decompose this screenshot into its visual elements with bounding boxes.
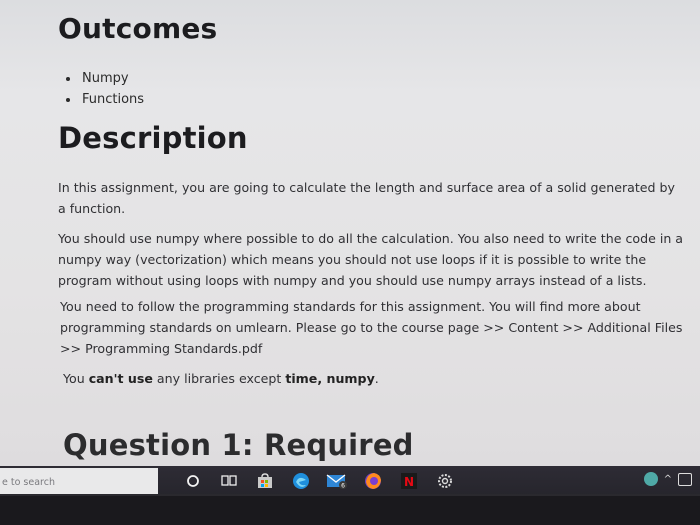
restriction-suffix: .: [374, 371, 379, 386]
taskbar-search-box[interactable]: e to search: [0, 468, 158, 496]
restriction-prefix: You: [63, 371, 89, 386]
cortana-icon[interactable]: [180, 468, 206, 494]
description-paragraph-3: You need to follow the programming stand…: [60, 299, 683, 356]
outcomes-heading: Outcomes: [58, 12, 218, 45]
help-icon[interactable]: [643, 472, 658, 486]
mail-icon[interactable]: 6: [324, 468, 350, 494]
description-heading: Description: [58, 121, 248, 155]
svg-text:N: N: [404, 475, 414, 489]
description-paragraph-1: In this assignment, you are going to cal…: [58, 180, 675, 216]
tray-app-icon[interactable]: [678, 472, 692, 486]
question-heading: Question 1: Required: [63, 428, 414, 462]
restriction-cant-use: can't use: [88, 371, 153, 386]
search-placeholder: e to search: [2, 476, 55, 488]
task-view-icon[interactable]: [216, 468, 242, 494]
taskbar: e to search 6 N ^: [0, 466, 700, 496]
outcomes-list: Numpy Functions: [60, 68, 144, 110]
list-item: Functions: [80, 89, 144, 110]
system-tray: ^: [643, 472, 692, 486]
description-paragraph-4: You can't use any libraries except time,…: [63, 368, 663, 389]
restriction-middle: any libraries except: [152, 371, 286, 386]
restriction-allowed-libraries: time, numpy: [285, 371, 375, 386]
svg-text:6: 6: [341, 483, 345, 490]
monitor-bezel: [0, 496, 700, 525]
chevron-up-icon[interactable]: ^: [664, 474, 672, 485]
taskbar-pinned-apps: 6 N: [180, 468, 468, 494]
firefox-icon[interactable]: [360, 468, 386, 494]
store-icon[interactable]: [252, 468, 278, 494]
description-paragraph-2: You should use numpy where possible to d…: [58, 231, 684, 288]
list-item: Numpy: [80, 68, 144, 89]
assignment-page: Outcomes Numpy Functions Description In …: [0, 0, 700, 466]
netflix-icon[interactable]: N: [396, 468, 422, 494]
edge-icon[interactable]: [288, 468, 314, 494]
settings-icon[interactable]: [432, 468, 458, 494]
